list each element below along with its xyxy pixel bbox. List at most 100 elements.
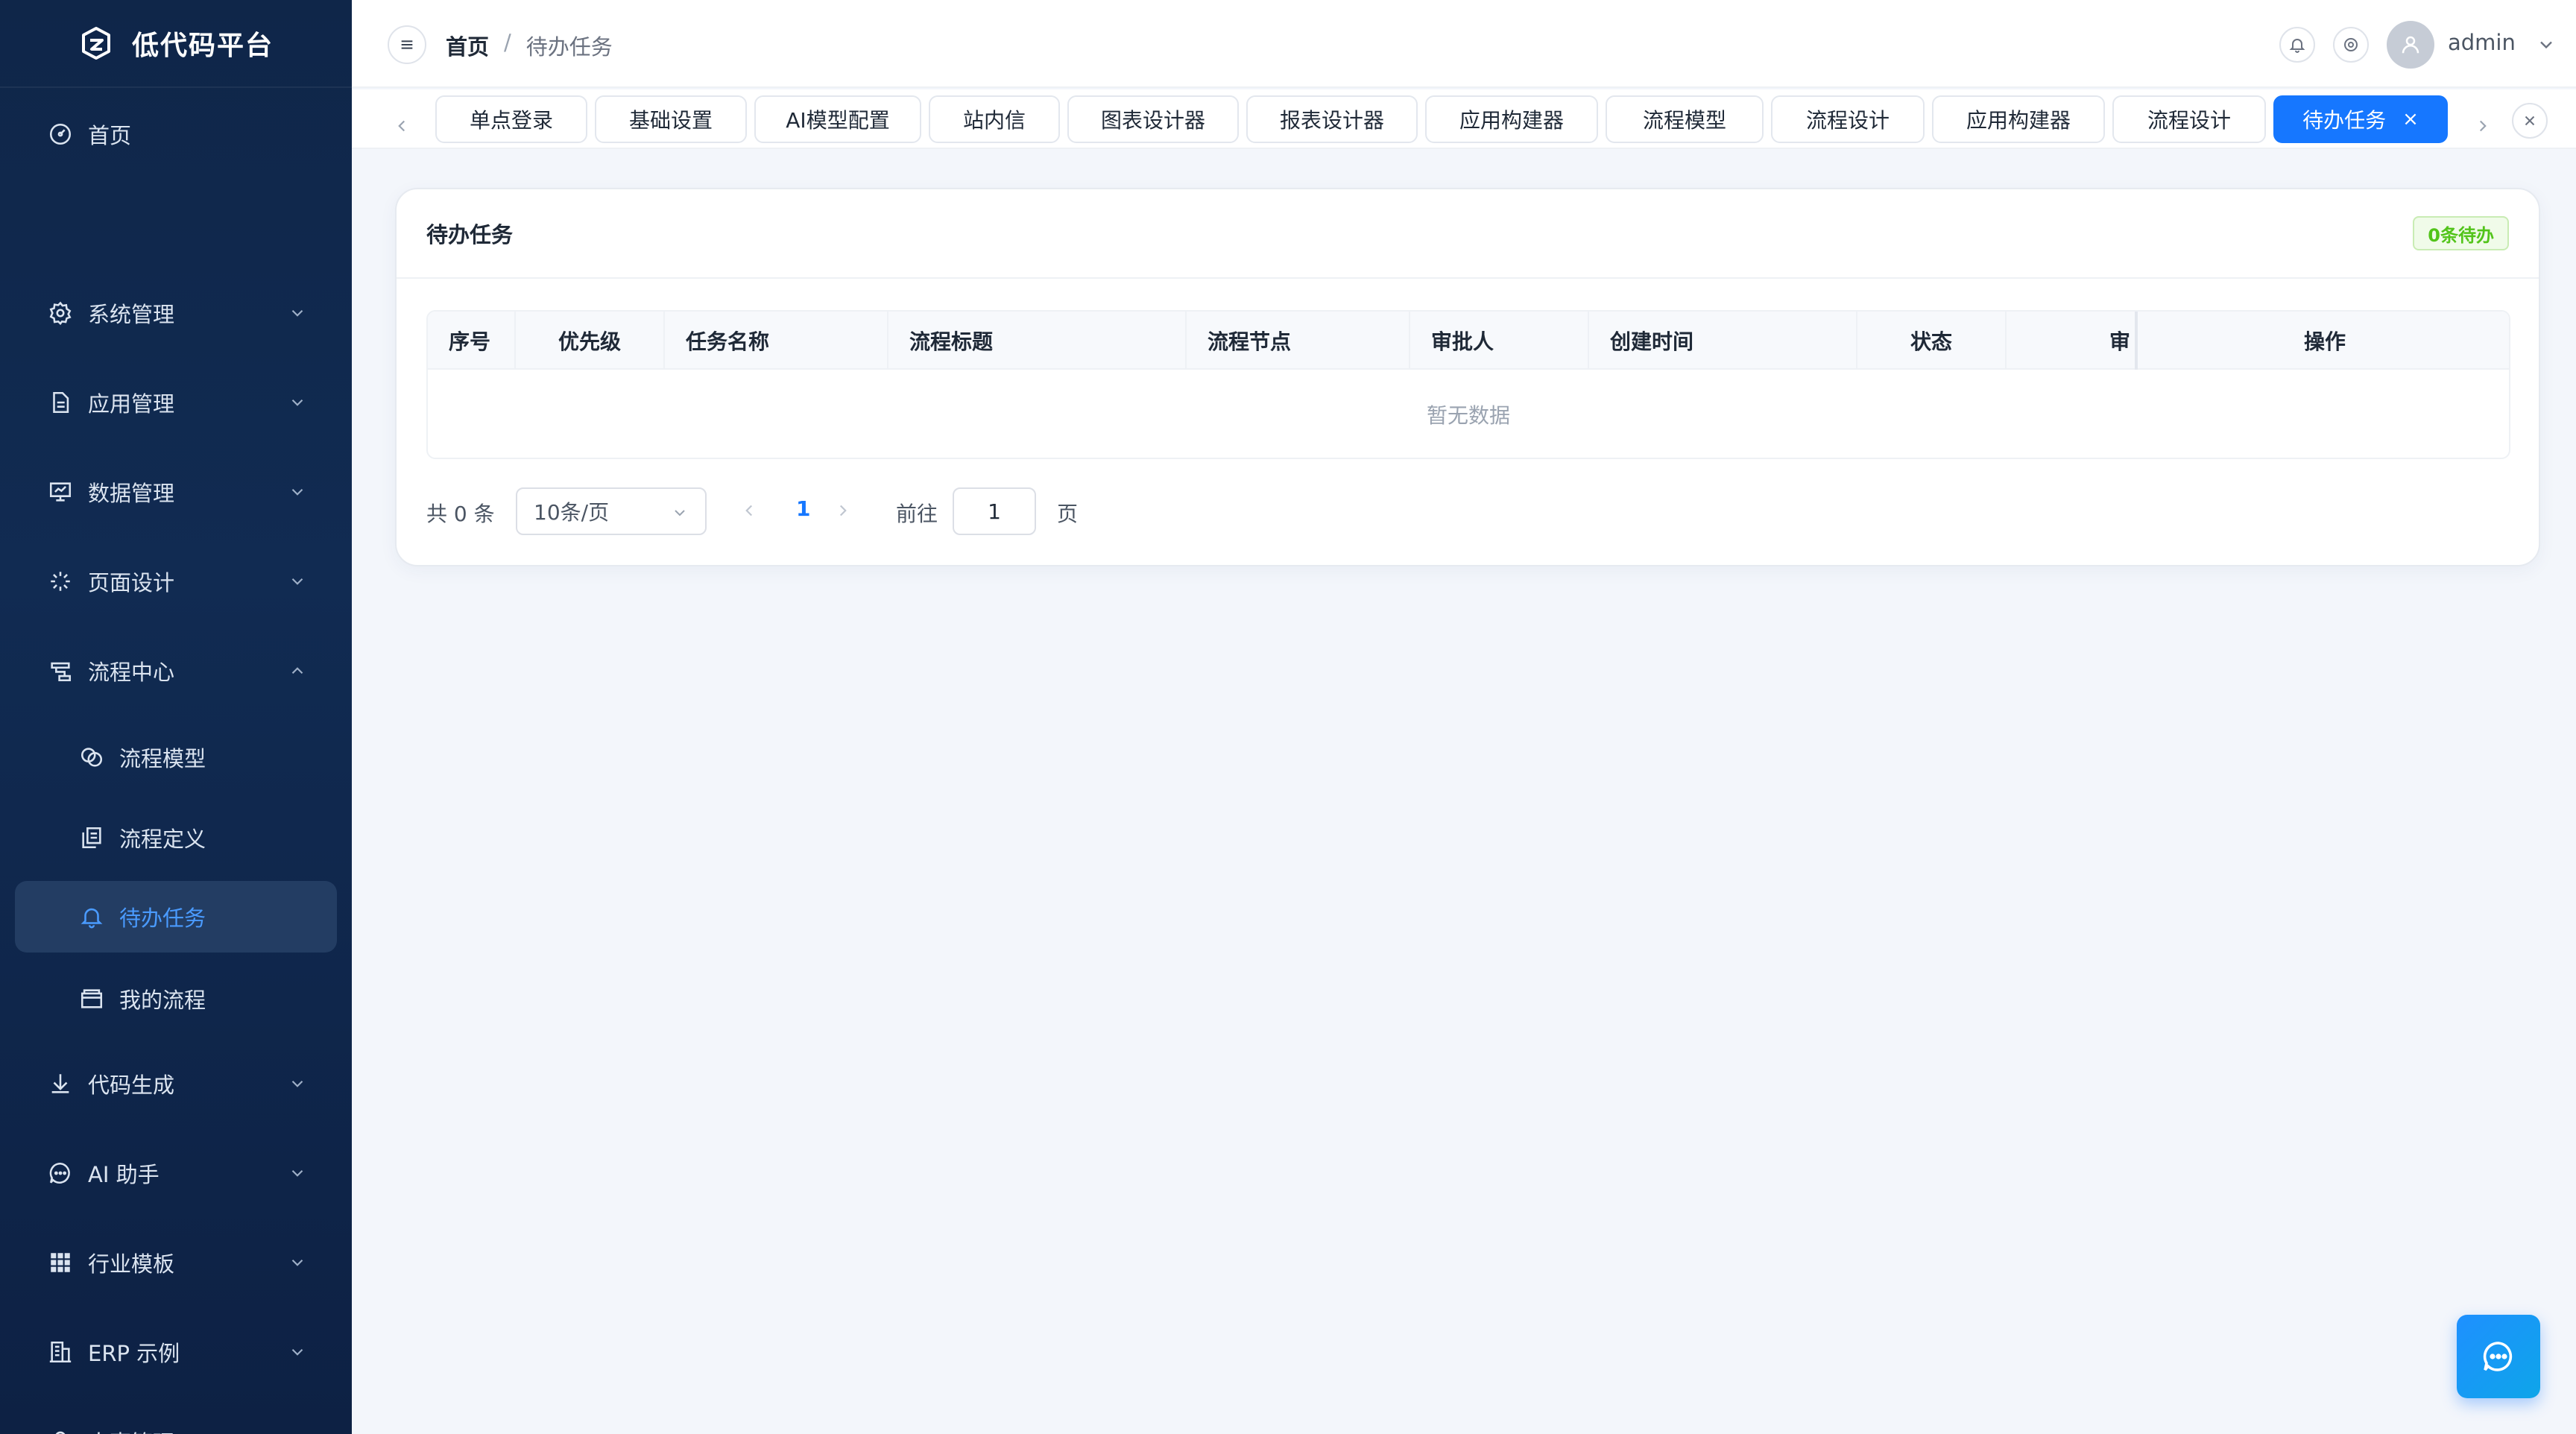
hamburger-icon — [401, 40, 413, 49]
sidebar-item-system[interactable]: 系统管理 — [15, 277, 337, 349]
goto-label: 前往 — [896, 502, 938, 526]
tab-internal-messages[interactable]: 站内信 — [929, 95, 1060, 143]
sidebar-item-industry-templates[interactable]: 行业模板 — [15, 1227, 337, 1298]
brand-name: 低代码平台 — [131, 31, 274, 61]
column-header: 优先级 — [516, 312, 665, 370]
chevron-down-icon — [291, 578, 303, 585]
close-icon — [2525, 116, 2535, 126]
avatar[interactable] — [2387, 21, 2434, 69]
chevron-down-icon — [675, 510, 685, 517]
chat-icon — [2483, 1342, 2513, 1371]
sidebar: 低代码平台 首页 系统管理 应用管理 数据管理 页面设计 流程中心 流程模型 流… — [0, 0, 352, 1434]
sidebar-item-process-model[interactable]: 流程模型 — [15, 721, 337, 793]
breadcrumb: 首页 / 待办任务 — [446, 30, 613, 61]
sidebar-item-home[interactable]: 首页 — [15, 98, 337, 170]
tab-report-designer[interactable]: 报表设计器 — [1246, 95, 1418, 143]
next-page-icon[interactable] — [833, 501, 853, 520]
tabs-bar: 单点登录 基础设置 AI模型配置 站内信 图表设计器 报表设计器 应用构建器 流… — [352, 89, 2576, 149]
page-number-current[interactable]: 1 — [796, 496, 810, 521]
sidebar-item-label: 首页 — [88, 123, 132, 148]
chat-assistant-button[interactable] — [2457, 1315, 2540, 1398]
dashboard-icon — [48, 121, 73, 147]
sidebar-item-label: 流程定义 — [119, 827, 206, 852]
sidebar-item-label: 页面设计 — [88, 570, 175, 596]
user-icon — [2402, 36, 2419, 54]
chevron-down-icon — [291, 1348, 303, 1356]
top-header: 首页 / 待办任务 admin — [352, 0, 2576, 88]
tab-basic-settings[interactable]: 基础设置 — [595, 95, 747, 143]
card-header: 待办任务 0条待办 — [397, 189, 2539, 279]
sidebar-item-my-process[interactable]: 我的流程 — [15, 963, 337, 1035]
link-icon — [79, 745, 104, 770]
close-all-tabs-button[interactable] — [2512, 103, 2548, 139]
sidebar-item-label: 人事管理 — [88, 1426, 174, 1434]
tab-app-builder-2[interactable]: 应用构建器 — [1932, 95, 2105, 143]
tab-process-model[interactable]: 流程模型 — [1606, 95, 1764, 143]
tab-ai-model-config[interactable]: AI模型配置 — [754, 95, 921, 143]
sidebar-item-codegen[interactable]: 代码生成 — [15, 1048, 337, 1119]
user-icon — [48, 1429, 73, 1434]
sidebar-item-page-design[interactable]: 页面设计 — [15, 546, 337, 617]
tab-sso[interactable]: 单点登录 — [435, 95, 587, 143]
gear-icon — [2344, 38, 2358, 51]
sidebar-item-label: ERP 示例 — [88, 1341, 180, 1366]
sidebar-item-todo-tasks[interactable]: 待办任务 — [15, 881, 337, 953]
sidebar-item-label: 我的流程 — [119, 988, 206, 1013]
page-size-select[interactable]: 10条/页 — [516, 487, 707, 535]
todo-tasks-card: 待办任务 0条待办 序号 优先级 任务名称 流程标题 流程节点 审批人 创建时间… — [395, 188, 2540, 566]
chevron-down-icon — [291, 399, 303, 406]
card-title: 待办任务 — [426, 222, 514, 247]
sidebar-item-hr[interactable]: 人事管理 — [15, 1406, 337, 1434]
bell-icon — [2289, 39, 2305, 53]
column-header: 流程节点 — [1187, 312, 1410, 370]
column-header: 流程标题 — [888, 312, 1187, 370]
sidebar-item-label: AI 助手 — [88, 1162, 160, 1187]
close-icon[interactable]: × — [2402, 108, 2419, 130]
sidebar-item-process-definition[interactable]: 流程定义 — [15, 802, 337, 874]
brand[interactable]: 低代码平台 — [0, 0, 352, 88]
sidebar-item-erp-example[interactable]: ERP 示例 — [15, 1316, 337, 1388]
tab-process-design-2[interactable]: 流程设计 — [2112, 95, 2266, 143]
sidebar-item-label: 系统管理 — [88, 302, 175, 327]
grid-icon — [48, 1250, 73, 1275]
prev-page-icon[interactable] — [739, 501, 759, 520]
tab-process-design[interactable]: 流程设计 — [1771, 95, 1925, 143]
settings-button[interactable] — [2333, 27, 2369, 63]
tabs-scroll-right-icon[interactable] — [2473, 116, 2493, 136]
chevron-down-icon — [291, 488, 303, 496]
loading-spark-icon — [48, 569, 73, 594]
sidebar-item-label: 流程模型 — [119, 746, 206, 771]
breadcrumb-current: 待办任务 — [525, 34, 613, 60]
menu-toggle-button[interactable] — [388, 25, 426, 64]
chevron-down-icon — [291, 1259, 303, 1266]
username[interactable]: admin — [2448, 30, 2516, 55]
chevron-down-icon — [291, 309, 303, 317]
sidebar-item-label: 数据管理 — [88, 481, 175, 506]
gear-icon — [48, 300, 73, 326]
tabs-scroll-left-icon[interactable] — [392, 116, 411, 136]
chevron-down-icon[interactable] — [2536, 34, 2557, 55]
brand-logo-icon — [81, 27, 110, 60]
sidebar-item-workflow-center[interactable]: 流程中心 — [15, 635, 337, 707]
notification-button[interactable] — [2279, 27, 2315, 63]
download-icon — [48, 1071, 73, 1096]
flow-icon — [48, 658, 73, 683]
document-icon — [48, 390, 73, 415]
sidebar-item-label: 代码生成 — [88, 1073, 175, 1098]
column-header: 任务名称 — [665, 312, 888, 370]
sidebar-item-label: 应用管理 — [88, 391, 175, 417]
page-unit-label: 页 — [1057, 502, 1079, 526]
tab-chart-designer[interactable]: 图表设计器 — [1067, 95, 1239, 143]
goto-page-input[interactable]: 1 — [953, 487, 1036, 535]
sidebar-item-ai-assistant[interactable]: AI 助手 — [15, 1137, 337, 1209]
chevron-down-icon — [291, 1080, 303, 1087]
sidebar-item-app[interactable]: 应用管理 — [15, 367, 337, 438]
column-header: 审批人 — [1410, 312, 1589, 370]
breadcrumb-home[interactable]: 首页 — [446, 30, 489, 61]
tab-todo-tasks[interactable]: 待办任务 × — [2273, 95, 2448, 143]
breadcrumb-separator: / — [504, 30, 511, 55]
sidebar-item-data[interactable]: 数据管理 — [15, 456, 337, 528]
tab-app-builder[interactable]: 应用构建器 — [1425, 95, 1598, 143]
column-header: 操作 — [2303, 329, 2346, 354]
empty-state: 暂无数据 — [1426, 403, 1510, 428]
